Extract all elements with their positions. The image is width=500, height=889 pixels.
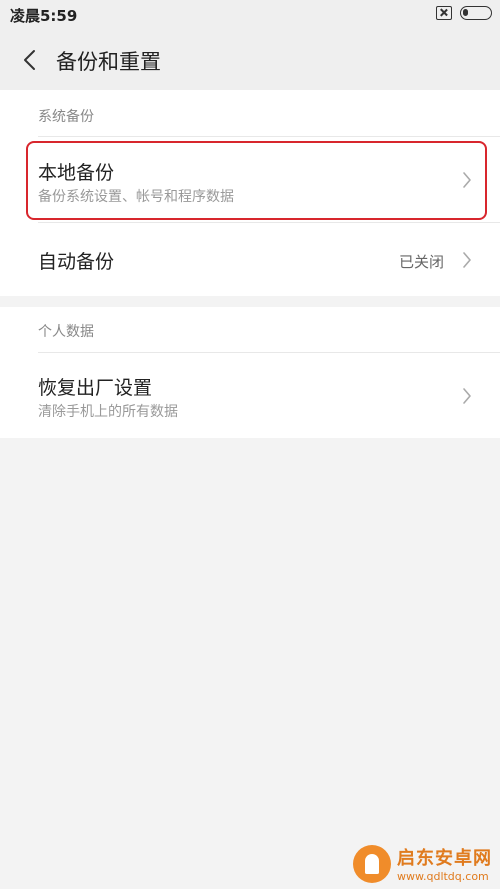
- back-arrow-icon: [24, 50, 35, 70]
- row-title: 本地备份: [38, 162, 115, 184]
- status-time: 凌晨5:59: [10, 7, 78, 25]
- chevron-right-icon: [463, 172, 471, 188]
- watermark-url: www.qdltdq.com: [397, 870, 489, 883]
- chevron-right-icon: [463, 252, 471, 268]
- chevron-right-icon: [463, 388, 471, 404]
- section-header: 系统备份: [38, 109, 94, 125]
- watermark-text: 启东安卓网 www.qdltdq.com: [397, 844, 492, 883]
- section-system-backup: 系统备份 本地备份 备份系统设置、帐号和程序数据 自动备份 已关闭: [0, 90, 500, 296]
- row-title: 恢复出厂设置: [38, 377, 153, 399]
- row-value: 已关闭: [398, 253, 444, 271]
- row-title: 自动备份: [38, 251, 115, 273]
- watermark-logo-icon: [353, 844, 391, 883]
- row-subtitle: 备份系统设置、帐号和程序数据: [38, 189, 234, 205]
- section-header: 个人数据: [38, 324, 94, 340]
- factory-reset-row[interactable]: 恢复出厂设置 清除手机上的所有数据: [0, 353, 500, 438]
- row-subtitle: 清除手机上的所有数据: [38, 404, 178, 420]
- local-backup-row[interactable]: 本地备份 备份系统设置、帐号和程序数据: [0, 136, 500, 222]
- auto-backup-row[interactable]: 自动备份 已关闭: [0, 223, 500, 296]
- title-bar: 备份和重置: [0, 30, 500, 90]
- watermark: 启东安卓网 www.qdltdq.com: [353, 844, 492, 883]
- back-button[interactable]: [14, 44, 46, 76]
- watermark-name: 启东安卓网: [397, 848, 492, 869]
- sim-card-icon: [436, 6, 452, 20]
- section-personal-data: 个人数据 恢复出厂设置 清除手机上的所有数据: [0, 307, 500, 438]
- status-bar: 凌晨5:59: [0, 0, 500, 30]
- status-icons: [436, 6, 492, 20]
- page-title: 备份和重置: [56, 50, 161, 74]
- battery-icon: [460, 6, 492, 20]
